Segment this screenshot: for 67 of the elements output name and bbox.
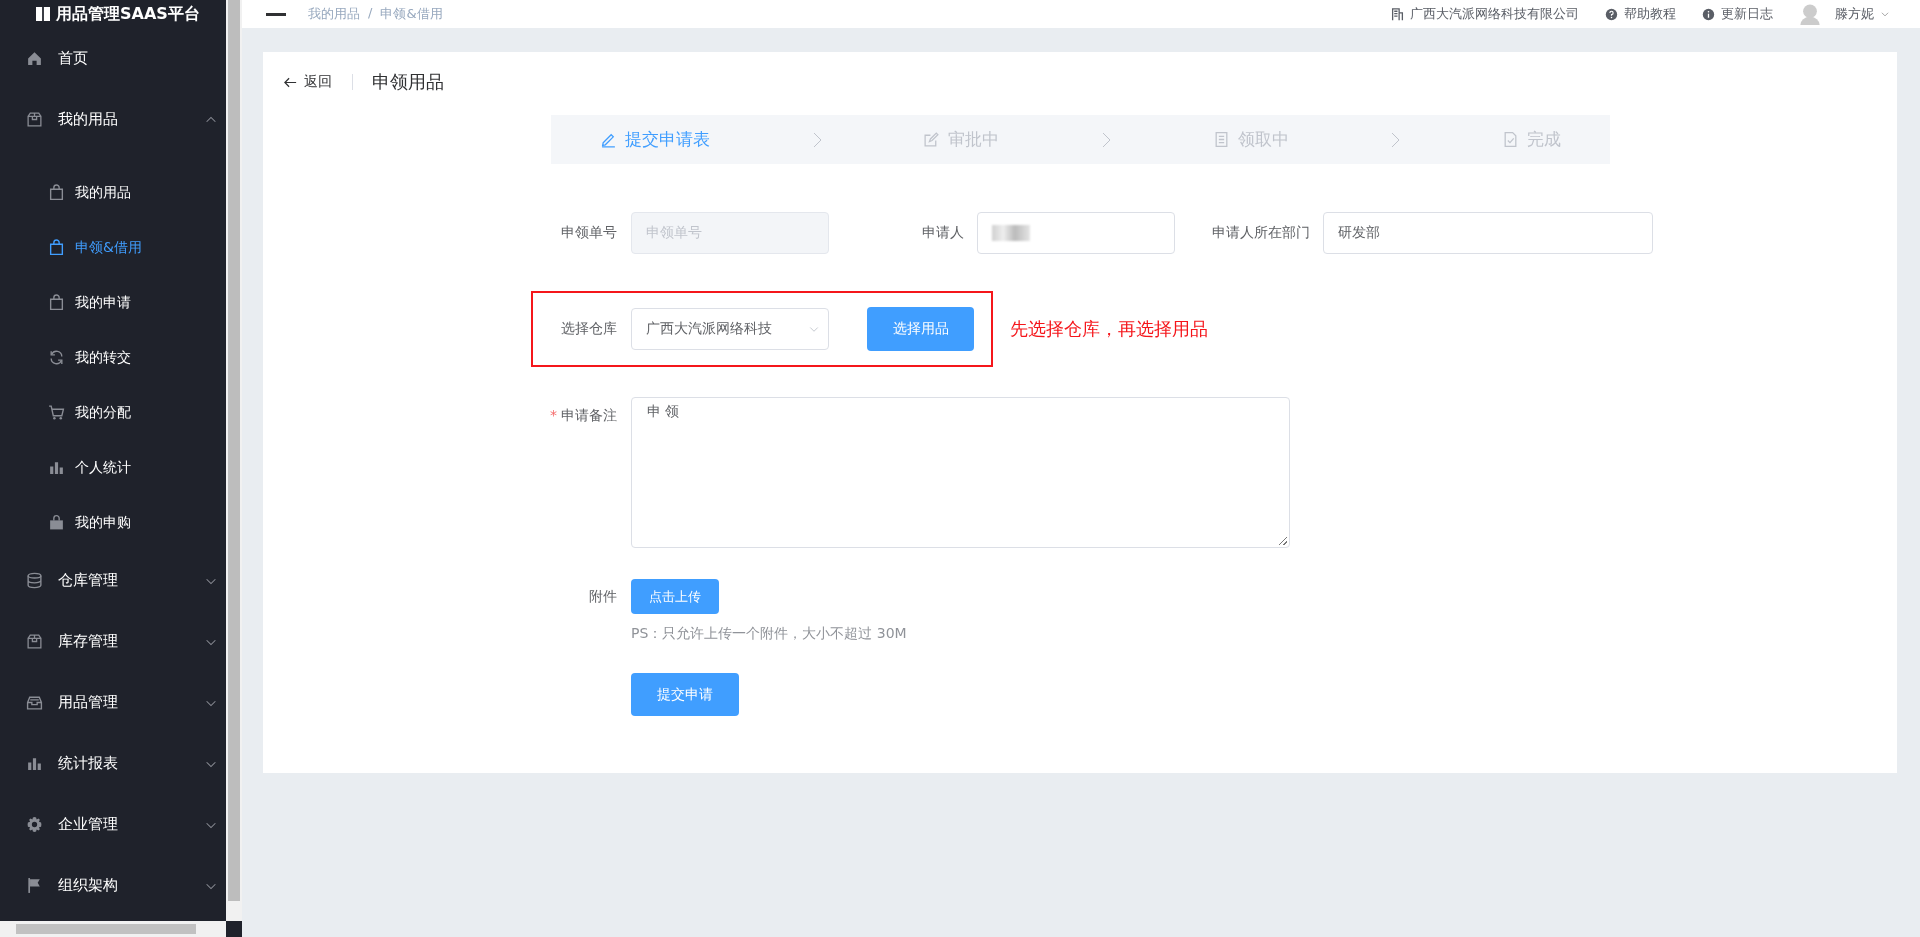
settings-icon: [26, 816, 43, 833]
redacted-value: [992, 225, 1030, 241]
sidebar-menu-item[interactable]: 仓库管理: [0, 550, 226, 611]
flag-icon: [26, 877, 43, 894]
sidebar-menu-item[interactable]: 我的用品: [0, 89, 226, 150]
sidebar-menu-item[interactable]: 企业管理: [0, 794, 226, 855]
header-link[interactable]: 帮助教程: [1624, 5, 1676, 23]
vertical-scrollbar[interactable]: [226, 0, 242, 921]
field-label: 选择仓库: [560, 320, 617, 338]
sidebar-menu-item[interactable]: 用品管理: [0, 672, 226, 733]
package-icon: [26, 111, 43, 128]
chevron-down-icon: [1880, 9, 1890, 19]
bar-chart-icon: [48, 459, 65, 476]
scrollbar-thumb[interactable]: [228, 0, 240, 901]
pen-icon: [600, 131, 618, 148]
avatar-icon: [1799, 3, 1821, 25]
field-label: 申请人: [921, 224, 964, 242]
package-icon: [26, 633, 43, 650]
back-link[interactable]: 返回: [283, 73, 332, 91]
field-label: 申请备注: [561, 407, 617, 425]
sidebar-menu-item[interactable]: 组织架构: [0, 855, 226, 916]
field-label: 附件: [588, 587, 617, 606]
info-icon: [1702, 7, 1715, 21]
header-link[interactable]: 更新日志: [1721, 5, 1773, 23]
sidebar-submenu-item[interactable]: 我的转交: [0, 330, 226, 385]
annotation-text: 先选择仓库，再选择用品: [1010, 317, 1208, 341]
warehouse-select[interactable]: 广西大汽派网络科技: [631, 308, 829, 350]
input-field[interactable]: [977, 212, 1175, 254]
bag-icon: [48, 294, 65, 311]
building-icon: [1391, 7, 1404, 21]
field-label: 申领单号: [560, 224, 617, 242]
company-name: 广西大汽派网络科技有限公司: [1410, 5, 1579, 23]
sidebar-submenu-item[interactable]: 申领&借用: [0, 220, 226, 275]
scrollbar-thumb[interactable]: [16, 924, 196, 934]
cart-icon: [48, 404, 65, 421]
help-icon: [1605, 7, 1618, 21]
hint-text: PS：只允许上传一个附件，大小不超过 30M: [631, 625, 907, 643]
database-icon: [26, 572, 43, 589]
edit-icon: [923, 131, 941, 148]
sidebar-submenu-item[interactable]: 我的申请: [0, 275, 226, 330]
required-asterisk: *: [550, 407, 557, 425]
sidebar-menu-item[interactable]: 库存管理: [0, 611, 226, 672]
sidebar-submenu-item[interactable]: 我的用品: [0, 165, 226, 220]
page-title: 申领用品: [372, 70, 444, 94]
bag-icon: [48, 239, 65, 256]
sidebar-submenu-item[interactable]: 我的分配: [0, 385, 226, 440]
horizontal-scrollbar[interactable]: [0, 921, 226, 937]
input-field[interactable]: 研发部: [1323, 212, 1653, 254]
remark-textarea[interactable]: 申 领: [631, 397, 1290, 548]
resize-handle[interactable]: [1279, 537, 1287, 545]
app-logo-text: 用品管理SAAS平台: [56, 3, 200, 25]
sidebar-submenu-item[interactable]: 我的申购: [0, 495, 226, 550]
logo-icon: [34, 7, 52, 21]
circular-arrows-icon: [48, 349, 65, 366]
house-icon: [26, 50, 43, 67]
menu-icon[interactable]: [266, 12, 286, 16]
user-name[interactable]: 滕方妮: [1835, 5, 1874, 23]
sidebar-menu-item[interactable]: 统计报表: [0, 733, 226, 794]
bar-chart-icon: [26, 755, 43, 772]
bag-icon: [48, 184, 65, 201]
breadcrumb-separator: /: [368, 5, 373, 22]
step: 提交申请表: [600, 128, 711, 151]
sidebar-submenu-item[interactable]: 个人统计: [0, 440, 226, 495]
field-label: 申请人所在部门: [1211, 224, 1310, 242]
tray-icon: [26, 694, 43, 711]
sidebar-menu-item[interactable]: 首页: [0, 28, 226, 89]
bag-icon: [48, 514, 65, 531]
